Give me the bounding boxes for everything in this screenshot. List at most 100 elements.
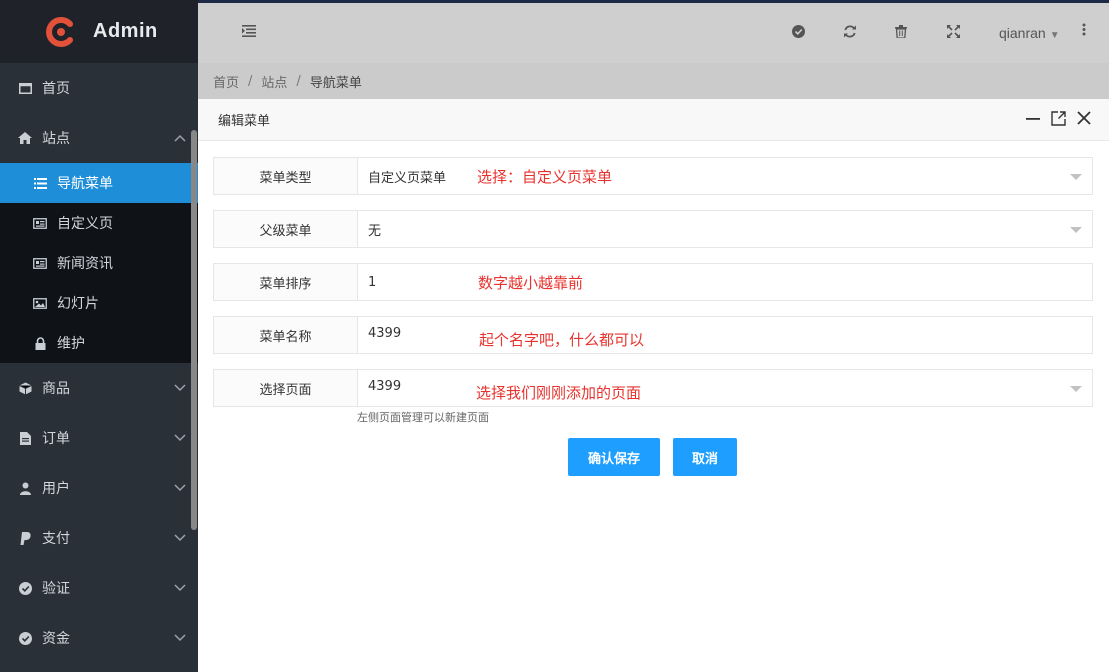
sidebar-item-home[interactable]: 首页 bbox=[0, 63, 198, 113]
annotation-text: 起个名字吧，什么都可以 bbox=[479, 331, 645, 349]
chevron-down-icon bbox=[174, 531, 186, 546]
breadcrumb-separator: / bbox=[248, 73, 253, 89]
field-label: 菜单名称 bbox=[214, 317, 358, 353]
logo-text: Admin bbox=[93, 20, 158, 42]
sidebar-subitem-nav-menu[interactable]: 导航菜单 bbox=[0, 163, 198, 203]
image-icon bbox=[33, 296, 47, 310]
sidebar-item-label: 验证 bbox=[42, 581, 70, 597]
caret-down-icon bbox=[1070, 386, 1082, 392]
menu-order-input[interactable]: 1 数字越小越靠前 bbox=[358, 264, 1092, 300]
dialog-title: 编辑菜单 bbox=[218, 114, 271, 129]
sidebar-submenu-site: 导航菜单 自定义页 新闻资讯 幻灯片 维护 bbox=[0, 163, 198, 363]
breadcrumb: 首页 / 站点 / 导航菜单 bbox=[198, 63, 1109, 99]
annotation-text: 选择：自定义页菜单 bbox=[477, 167, 613, 186]
parent-menu-select[interactable]: 无 bbox=[358, 211, 1092, 247]
sidebar-scrollbar[interactable] bbox=[191, 130, 197, 530]
check-circle-icon bbox=[18, 581, 32, 595]
annotation-text: 选择我们刚刚添加的页面 bbox=[476, 384, 642, 402]
sidebar-item-label: 用户 bbox=[42, 481, 70, 497]
sidebar-subitem-maintenance[interactable]: 维护 bbox=[0, 323, 198, 363]
cube-icon bbox=[18, 381, 32, 395]
form-row-menu-name: 菜单名称 4399 起个名字吧，什么都可以 bbox=[213, 316, 1093, 354]
form-row-menu-type: 菜单类型 自定义页菜单 选择：自定义页菜单 bbox=[213, 157, 1093, 195]
sidebar-item-label: 支付 bbox=[42, 531, 70, 547]
form-row-menu-order: 菜单排序 1 数字越小越靠前 bbox=[213, 263, 1093, 301]
menu-name-input[interactable]: 4399 起个名字吧，什么都可以 bbox=[358, 317, 1092, 353]
sidebar-subitem-custom-page[interactable]: 自定义页 bbox=[0, 203, 198, 243]
chevron-down-icon bbox=[174, 631, 186, 646]
sidebar-item-verify[interactable]: 验证 bbox=[0, 563, 198, 613]
fullscreen-icon[interactable] bbox=[947, 25, 960, 42]
annotation-text: 数字越小越靠前 bbox=[478, 273, 584, 292]
sidebar-item-orders[interactable]: 订单 bbox=[0, 413, 198, 463]
check-circle-icon bbox=[18, 631, 32, 645]
topbar: qianran ▼ bbox=[198, 0, 1109, 63]
select-value: 4399 bbox=[368, 378, 402, 394]
chevron-down-icon bbox=[174, 581, 186, 596]
chevron-down-icon bbox=[174, 381, 186, 396]
more-vertical-icon[interactable] bbox=[1082, 23, 1086, 40]
cancel-button[interactable]: 取消 bbox=[673, 438, 737, 476]
sidebar-subitem-label: 自定义页 bbox=[57, 216, 113, 232]
user-menu[interactable]: qianran ▼ bbox=[999, 25, 1060, 41]
caret-down-icon: ▼ bbox=[1049, 30, 1060, 41]
logo-area[interactable]: Admin bbox=[0, 0, 198, 63]
sidebar-item-funds[interactable]: 资金 bbox=[0, 613, 198, 663]
file-icon bbox=[18, 431, 32, 445]
paypal-icon bbox=[18, 531, 32, 545]
chevron-up-icon bbox=[174, 131, 186, 146]
menu-type-select[interactable]: 自定义页菜单 选择：自定义页菜单 bbox=[358, 158, 1092, 194]
sidebar-subitem-news[interactable]: 新闻资讯 bbox=[0, 243, 198, 283]
select-value: 无 bbox=[368, 223, 382, 239]
sidebar-item-payment[interactable]: 支付 bbox=[0, 513, 198, 563]
lock-icon bbox=[33, 336, 47, 350]
window-icon bbox=[18, 81, 32, 95]
sidebar-subitem-slideshow[interactable]: 幻灯片 bbox=[0, 283, 198, 323]
field-label: 菜单类型 bbox=[214, 158, 358, 194]
sidebar-subitem-label: 新闻资讯 bbox=[57, 256, 113, 272]
caret-down-icon bbox=[1070, 227, 1082, 233]
edit-menu-dialog: 编辑菜单 菜单类型 自定义页菜单 选择：自定义页菜单 父级菜单 无 菜单排序 1 bbox=[198, 99, 1109, 672]
sidebar-item-users[interactable]: 用户 bbox=[0, 463, 198, 513]
sidebar-item-label: 商品 bbox=[42, 381, 70, 397]
chevron-down-icon bbox=[174, 481, 186, 496]
sidebar-item-label: 首页 bbox=[42, 81, 70, 97]
field-label: 父级菜单 bbox=[214, 211, 358, 247]
username: qianran bbox=[999, 25, 1046, 41]
sidebar-subitem-label: 导航菜单 bbox=[57, 176, 113, 192]
breadcrumb-item-home[interactable]: 首页 bbox=[213, 72, 239, 91]
sidebar: Admin 首页 站点 导航菜单 自定义页 新闻资讯 幻灯片 维护 商品 订单 … bbox=[0, 0, 198, 672]
check-circle-icon[interactable] bbox=[792, 25, 805, 42]
caret-down-icon bbox=[1070, 174, 1082, 180]
breadcrumb-item-current: 导航菜单 bbox=[309, 75, 362, 91]
newspaper-icon bbox=[33, 256, 47, 270]
confirm-save-button[interactable]: 确认保存 bbox=[568, 438, 660, 476]
sidebar-item-site[interactable]: 站点 bbox=[0, 113, 198, 163]
field-label: 菜单排序 bbox=[214, 264, 358, 300]
logo-icon bbox=[44, 16, 76, 48]
input-value: 4399 bbox=[368, 325, 402, 341]
trash-icon[interactable] bbox=[895, 25, 907, 42]
close-icon[interactable] bbox=[1077, 111, 1091, 129]
maximize-icon[interactable] bbox=[1051, 111, 1066, 130]
chevron-down-icon bbox=[174, 431, 186, 446]
sidebar-subitem-label: 维护 bbox=[57, 336, 85, 352]
newspaper-icon bbox=[33, 216, 47, 230]
sidebar-item-label: 订单 bbox=[42, 431, 70, 447]
select-value: 自定义页菜单 bbox=[368, 170, 447, 186]
select-page-select[interactable]: 4399 选择我们刚刚添加的页面 bbox=[358, 370, 1092, 406]
user-icon bbox=[18, 481, 32, 495]
sidebar-item-label: 站点 bbox=[42, 131, 70, 147]
minimize-icon[interactable] bbox=[1026, 111, 1040, 129]
form-row-select-page: 选择页面 4399 选择我们刚刚添加的页面 bbox=[213, 369, 1093, 407]
list-icon bbox=[33, 176, 47, 190]
refresh-icon[interactable] bbox=[843, 25, 857, 42]
breadcrumb-separator: / bbox=[296, 73, 301, 89]
dialog-header: 编辑菜单 bbox=[198, 99, 1109, 141]
sidebar-item-products[interactable]: 商品 bbox=[0, 363, 198, 413]
field-hint: 左侧页面管理可以新建页面 bbox=[357, 411, 489, 424]
sidebar-item-label: 资金 bbox=[42, 631, 70, 647]
menu-toggle-icon[interactable] bbox=[242, 25, 256, 41]
breadcrumb-item-site[interactable]: 站点 bbox=[261, 72, 287, 91]
form-row-parent-menu: 父级菜单 无 bbox=[213, 210, 1093, 248]
